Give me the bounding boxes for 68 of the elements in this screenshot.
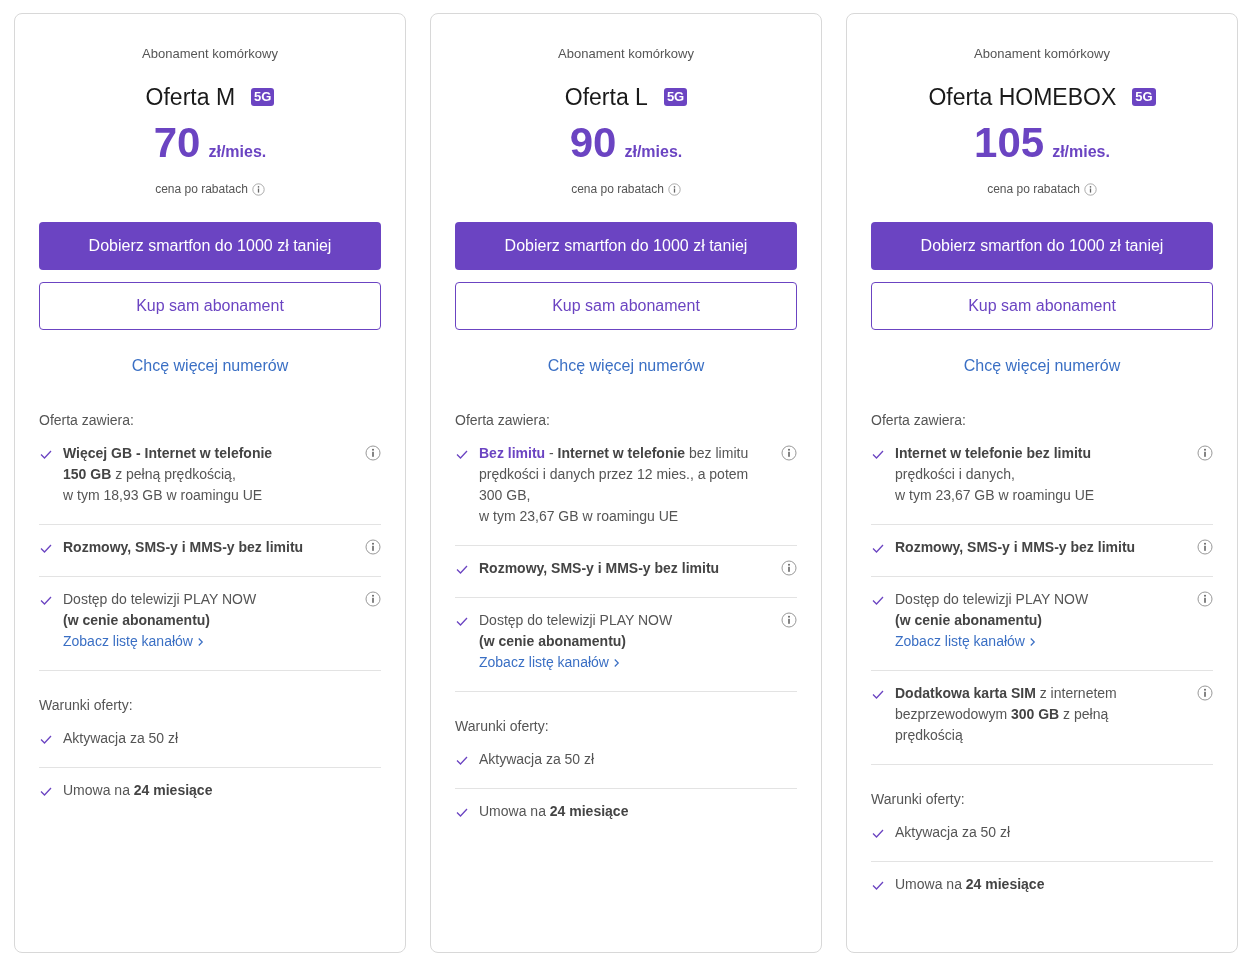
more-numbers-link[interactable]: Chcę więcej numerów <box>131 357 289 374</box>
price-value: 105 <box>974 122 1045 164</box>
chevron-icon <box>196 637 204 648</box>
price-note: cena po rabatach <box>155 181 248 198</box>
feature-text: Rozmowy, SMS-y i MMS-y bez limitu <box>895 538 1137 557</box>
section-heading: Warunki oferty: <box>39 696 134 715</box>
plan-category: Abonament komórkowy <box>973 45 1111 63</box>
offer-title: Oferta HOMEBOX <box>928 82 1117 112</box>
info-icon[interactable] <box>365 591 381 607</box>
feature-text: Umowa na 24 miesiące <box>895 875 1046 894</box>
buy-with-phone-button[interactable]: Dobierz smartfon do 1000 zł taniej <box>455 222 797 270</box>
chevron-icon <box>1028 637 1036 648</box>
feature-text: Internet w telefonie bez limitu prędkości i danych, w tym 23,67 GB w roamingu UE <box>895 444 1096 505</box>
more-numbers-link[interactable]: Chcę więcej numerów <box>963 357 1121 374</box>
info-icon[interactable] <box>1197 445 1213 461</box>
feature-text: Umowa na 24 miesiące <box>63 781 214 800</box>
channel-list-link[interactable]: Zobacz listę kanałów <box>63 633 204 649</box>
price-unit: zł/mies. <box>208 142 267 162</box>
chevron-icon <box>612 658 620 669</box>
network-badge: 5G <box>1132 87 1156 106</box>
section-heading: Oferta zawiera: <box>871 411 967 430</box>
buy-with-phone-button[interactable]: Dobierz smartfon do 1000 zł taniej <box>871 222 1213 270</box>
price-value: 70 <box>153 122 201 164</box>
buy-plan-button[interactable]: Kup sam abonament <box>455 282 797 330</box>
price-unit: zł/mies. <box>1052 142 1110 162</box>
feature-text: Dostęp do telewizji PLAY NOW (w cenie abonamentu) <box>63 590 258 630</box>
feature-text: Dodatkowa karta SIM z internetem bezprzewodowym 300 GB z pełną prędkością <box>895 684 1118 745</box>
plan-category: Abonament komórkowy <box>557 45 695 63</box>
buy-plan-button[interactable]: Kup sam abonament <box>39 282 381 330</box>
feature-text: Więcej GB - Internet w telefonie 150 GB z pełną prędkością, w tym 18,93 GB w roamingu UE <box>63 444 274 505</box>
info-icon[interactable] <box>1197 591 1213 607</box>
feature-text: Rozmowy, SMS-y i MMS-y bez limitu <box>63 538 305 557</box>
channel-list-link[interactable]: Zobacz listę kanałów <box>895 633 1036 649</box>
network-badge: 5G <box>663 87 688 106</box>
buy-with-phone-button[interactable]: Dobierz smartfon do 1000 zł taniej <box>39 222 381 270</box>
feature-text: Aktywacja za 50 zł <box>895 823 1012 842</box>
info-icon[interactable] <box>1197 539 1213 555</box>
info-icon[interactable] <box>1197 685 1213 701</box>
section-heading: Warunki oferty: <box>871 790 966 809</box>
info-icon[interactable] <box>781 612 797 628</box>
info-icon[interactable] <box>781 445 797 461</box>
price-note: cena po rabatach <box>987 181 1080 198</box>
section-heading: Oferta zawiera: <box>455 411 551 430</box>
offer-title: Oferta L <box>564 82 648 112</box>
feature-text: Rozmowy, SMS-y i MMS-y bez limitu <box>479 559 721 578</box>
channel-list-link[interactable]: Zobacz listę kanałów <box>479 654 620 670</box>
info-icon[interactable] <box>667 182 681 196</box>
buy-plan-button[interactable]: Kup sam abonament <box>871 282 1213 330</box>
price-note: cena po rabatach <box>571 181 664 198</box>
section-heading: Warunki oferty: <box>455 717 550 736</box>
feature-text: Aktywacja za 50 zł <box>63 729 180 748</box>
info-icon[interactable] <box>781 560 797 576</box>
feature-text: Bez limitu - Internet w telefonie bez limitu prędkości i danych przez 12 mies., a potem 300 GB, w tym 23,67 GB w roamingu UE <box>479 444 750 526</box>
section-heading: Oferta zawiera: <box>39 411 135 430</box>
plan-category: Abonament komórkowy <box>141 45 279 63</box>
feature-text: Aktywacja za 50 zł <box>479 750 596 769</box>
feature-text: Umowa na 24 miesiące <box>479 802 630 821</box>
more-numbers-link[interactable]: Chcę więcej numerów <box>547 357 705 374</box>
feature-text: Dostęp do telewizji PLAY NOW (w cenie abonamentu) <box>479 611 674 651</box>
price-value: 90 <box>569 122 617 164</box>
offer-title: Oferta M <box>145 82 236 112</box>
info-icon[interactable] <box>251 182 265 196</box>
info-icon[interactable] <box>365 539 381 555</box>
info-icon[interactable] <box>365 445 381 461</box>
info-icon[interactable] <box>1083 182 1097 196</box>
feature-text: Dostęp do telewizji PLAY NOW (w cenie abonamentu) <box>895 590 1090 630</box>
price-unit: zł/mies. <box>624 142 683 162</box>
network-badge: 5G <box>251 87 275 106</box>
